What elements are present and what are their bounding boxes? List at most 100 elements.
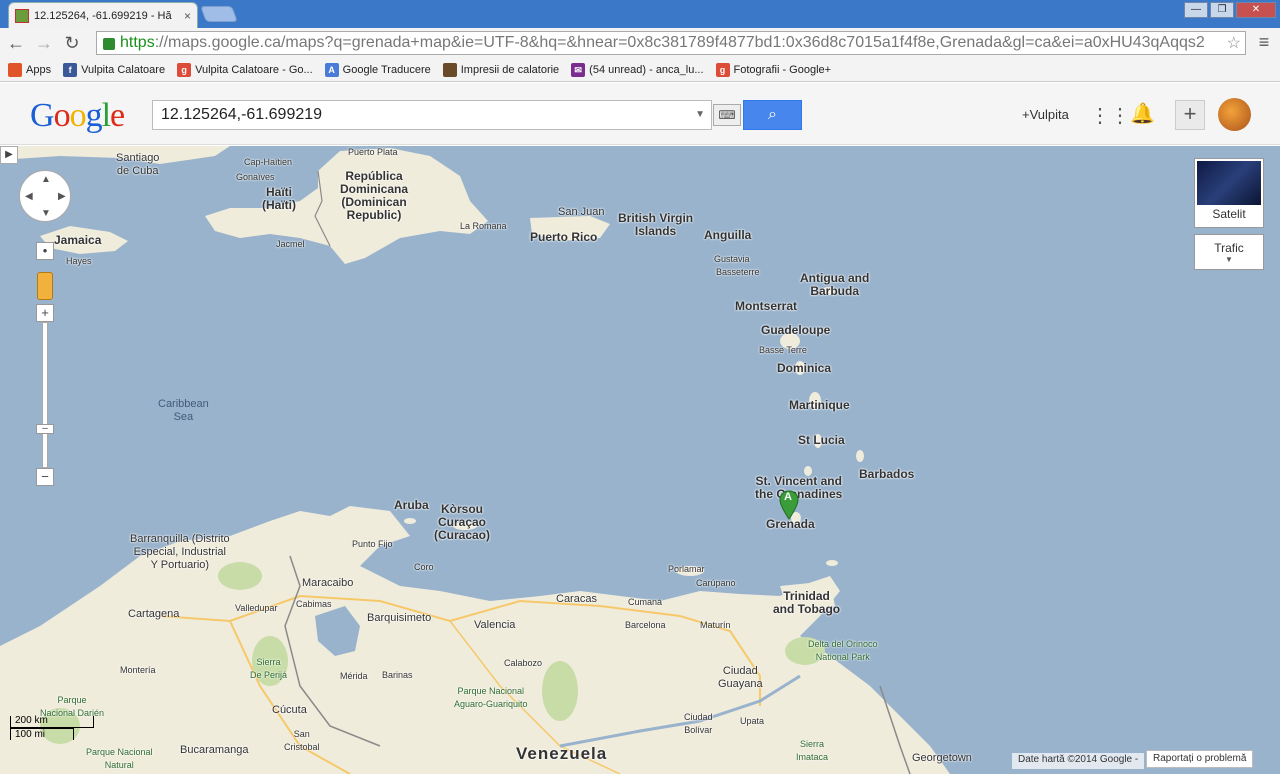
label-georgetown: Georgetown — [912, 752, 972, 764]
tab-close-icon[interactable]: × — [184, 9, 191, 23]
search-input[interactable]: 12.125264,-61.699219 ▼ — [152, 100, 712, 130]
label-porlamar: Porlamar — [668, 564, 705, 574]
label-caracas: Caracas — [556, 593, 597, 605]
address-bar[interactable]: https://maps.google.ca/maps?q=grenada+ma… — [96, 31, 1246, 55]
label-anguilla: Anguilla — [704, 228, 752, 242]
street-view-pegman-icon[interactable] — [37, 272, 53, 300]
tab-title: 12.125264, -61.699219 - Hă — [34, 9, 172, 22]
island-aruba — [404, 518, 416, 524]
label-puerto-rico: Puerto Rico — [530, 230, 598, 244]
satellite-label: Satelit — [1212, 207, 1246, 221]
share-plus-button[interactable]: + — [1175, 100, 1205, 130]
search-button[interactable]: ⌕ — [743, 100, 802, 130]
zoom-slider-handle[interactable]: – — [36, 424, 54, 434]
label-dominican-republic: República Dominicana (Dominican Republic… — [340, 169, 409, 222]
label-sierra-perija: Sierra De Perijá — [250, 657, 288, 680]
map-canvas[interactable]: Santiago de Cuba Cap-Haïtien Gonaïves Ha… — [0, 146, 1280, 774]
label-gustavia: Gustavia — [714, 254, 750, 264]
label-cucuta: Cúcuta — [272, 704, 307, 716]
bookmark-vulpita-fb[interactable]: f Vulpita Calatoare — [63, 62, 165, 77]
label-monteria: Montería — [120, 665, 156, 675]
land-cuba — [0, 146, 230, 164]
label-cabimas: Cabimas — [296, 599, 332, 609]
zoom-slider-track[interactable] — [42, 322, 48, 468]
label-valledupar: Valledupar — [235, 603, 278, 613]
label-aruba: Aruba — [394, 498, 429, 512]
url-host: ://maps.google.ca — [154, 34, 281, 51]
zoom-in-button[interactable]: + — [36, 304, 54, 322]
label-carupano: Carúpano — [696, 578, 736, 588]
label-calabozo: Calabozo — [504, 658, 543, 668]
keyboard-icon[interactable]: ⌨ — [713, 104, 741, 126]
label-cumana: Cumaná — [628, 597, 663, 607]
reload-button[interactable]: ↻ — [60, 31, 84, 55]
side-panel-toggle[interactable]: ▶ — [0, 146, 18, 164]
browser-toolbar: ← → ↻ https://maps.google.ca/maps?q=gren… — [0, 28, 1280, 58]
traffic-dropdown-icon: ▼ — [1225, 255, 1233, 264]
pan-control[interactable]: ▲ ◀ ▶ ▼ — [19, 170, 71, 222]
pan-down-icon[interactable]: ▼ — [41, 208, 51, 219]
label-sierra-imataca: Sierra Imataca — [796, 739, 829, 762]
browser-tab[interactable]: 12.125264, -61.699219 - Hă × — [8, 2, 198, 28]
search-dropdown-icon[interactable]: ▼ — [695, 101, 705, 129]
window-controls: — ❐ ✕ — [1182, 2, 1276, 18]
notifications-bell-icon[interactable]: 🔔 — [1130, 101, 1155, 126]
island-barbados — [856, 450, 864, 462]
pan-right-icon[interactable]: ▶ — [58, 191, 66, 202]
report-problem-link[interactable]: Raportați o problemă — [1146, 750, 1254, 768]
bookmark-vulpita-gplus[interactable]: g Vulpita Calatoare - Go... — [177, 62, 313, 77]
label-haiti: Haïti (Haïti) — [262, 185, 296, 212]
island-tobago — [826, 560, 838, 566]
label-jacmel: Jacmel — [276, 239, 305, 249]
search-icon: ⌕ — [768, 106, 777, 123]
label-delta-orinoco: Delta del Orinoco National Park — [808, 639, 878, 662]
bookmark-fotografii[interactable]: g Fotografii - Google+ — [715, 62, 831, 77]
label-barbados: Barbados — [859, 467, 915, 481]
pan-left-icon[interactable]: ◀ — [25, 191, 33, 202]
bookmark-impresii[interactable]: Impresii de calatorie — [442, 62, 559, 77]
bookmark-star-icon[interactable]: ☆ — [1227, 33, 1241, 53]
pan-up-icon[interactable]: ▲ — [41, 174, 51, 185]
label-san-cristobal: San Cristobal — [284, 729, 320, 752]
label-valencia: Valencia — [474, 619, 516, 631]
label-basseterre: Basseterre — [716, 267, 760, 277]
tab-strip: 12.125264, -61.699219 - Hă × — ❐ ✕ — [0, 0, 1280, 28]
label-merida: Mérida — [340, 671, 368, 681]
maximize-button[interactable]: ❐ — [1210, 2, 1234, 18]
marker-label: A — [784, 491, 792, 503]
apps-grid-icon[interactable]: ⋮⋮ — [1090, 103, 1130, 128]
photo-icon — [442, 62, 457, 77]
label-san-juan: San Juan — [558, 206, 605, 218]
label-maracaibo: Maracaibo — [302, 577, 354, 589]
traffic-button[interactable]: Trafic ▼ — [1194, 234, 1264, 270]
zoom-reset-button[interactable]: • — [36, 242, 54, 260]
user-link[interactable]: +Vulpita — [1022, 107, 1069, 122]
avatar[interactable] — [1218, 98, 1251, 131]
new-tab-button[interactable] — [200, 6, 238, 22]
google-header: Google 12.125264,-61.699219 ▼ ⌨ ⌕ +Vulpit… — [0, 83, 1280, 145]
menu-icon[interactable]: ≡ — [1252, 31, 1276, 55]
close-window-button[interactable]: ✕ — [1236, 2, 1276, 18]
map-attribution[interactable]: Date hartă ©2014 Google - — [1012, 753, 1145, 769]
back-button[interactable]: ← — [4, 31, 28, 55]
google-plus-icon: g — [715, 62, 730, 77]
bookmark-translate[interactable]: A Google Traducere — [324, 62, 431, 77]
label-barinas: Barinas — [382, 670, 413, 680]
label-ciudad-guayana: Ciudad Guayana — [718, 665, 763, 690]
google-plus-icon: g — [177, 62, 192, 77]
google-logo[interactable]: Google — [30, 97, 125, 135]
map-scale: 200 km 100 mi — [10, 715, 96, 744]
label-cartagena: Cartagena — [128, 608, 180, 620]
label-barranquilla: Barranquilla (Distrito Especial, Industr… — [130, 533, 230, 571]
label-punto-fijo: Punto Fijo — [352, 539, 393, 549]
label-bvi: British Virgin Islands — [618, 211, 694, 238]
forward-button[interactable]: → — [32, 31, 56, 55]
zoom-out-button[interactable]: − — [36, 468, 54, 486]
bookmark-apps[interactable]: Apps — [8, 62, 51, 77]
scale-km-label: 200 km — [15, 715, 48, 726]
label-maturin: Maturín — [700, 620, 731, 630]
bookmark-mail[interactable]: ✉ (54 unread) - anca_lu... — [571, 62, 704, 77]
satellite-toggle-button[interactable]: Satelit — [1194, 158, 1264, 228]
satellite-thumbnail — [1197, 161, 1261, 205]
minimize-button[interactable]: — — [1184, 2, 1208, 18]
